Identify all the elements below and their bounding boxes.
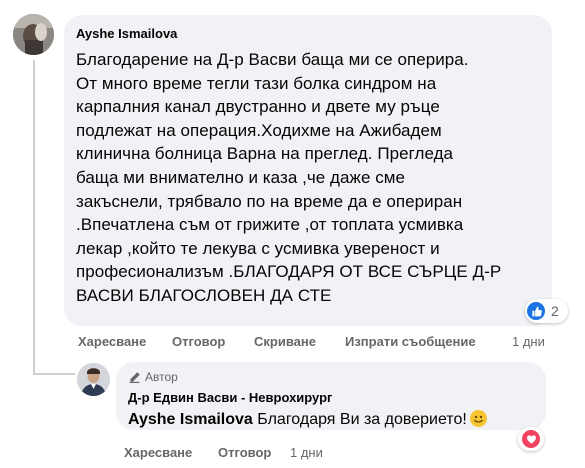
reply-author-avatar[interactable]	[77, 363, 110, 396]
thread-connector	[33, 373, 75, 375]
love-icon	[522, 430, 540, 448]
comment-reactions[interactable]: 2	[525, 299, 568, 323]
reply-reactions[interactable]	[518, 427, 544, 451]
reaction-count: 2	[551, 303, 559, 319]
reply-author[interactable]: Д-р Едвин Васви - Неврохирург	[128, 389, 534, 406]
smile-emoji	[469, 410, 487, 427]
reply-text: Ayshe Ismailova Благодаря Ви за довериет…	[128, 409, 534, 431]
like-button[interactable]: Харесване	[78, 334, 146, 349]
author-badge: Автор	[128, 370, 534, 384]
reply-like-button[interactable]: Харесване	[124, 445, 192, 460]
like-icon	[527, 302, 545, 320]
pencil-icon	[129, 371, 140, 383]
author-badge-label: Автор	[145, 370, 178, 384]
mention-link[interactable]: Ayshe Ismailova	[128, 411, 253, 428]
reply-message: Благодаря Ви за доверието!	[257, 411, 467, 428]
reply-button[interactable]: Отговор	[172, 334, 225, 349]
comment-author[interactable]: Ayshe Ismailova	[76, 26, 540, 42]
thread-line	[33, 60, 35, 375]
send-message-button[interactable]: Изпрати съобщение	[345, 334, 476, 349]
reply-timestamp[interactable]: 1 дни	[290, 445, 323, 460]
reply-reply-button[interactable]: Отговор	[218, 445, 271, 460]
comment-timestamp[interactable]: 1 дни	[512, 334, 545, 349]
commenter-avatar[interactable]	[13, 14, 54, 55]
comment-text: Благодарение на Д-р Васви баща ми се опе…	[76, 50, 502, 305]
hide-button[interactable]: Скриване	[254, 334, 316, 349]
comment-bubble: Ayshe Ismailova Благодарение на Д-р Васв…	[64, 15, 552, 326]
reply-bubble: Автор Д-р Едвин Васви - Неврохирург Aysh…	[116, 362, 546, 430]
